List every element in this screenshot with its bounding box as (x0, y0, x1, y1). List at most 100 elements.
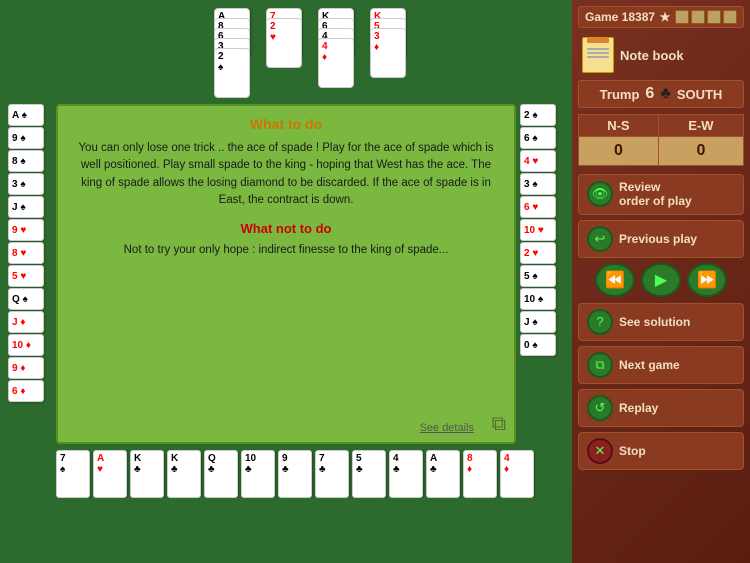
ew-header: E-W (658, 115, 743, 137)
replay-icon: ↺ (587, 395, 613, 421)
trump-num: 6 (645, 85, 654, 103)
game-number-bar: Game 18387 ★ (578, 6, 744, 28)
rewind-button[interactable]: ⏪ (595, 263, 635, 297)
see-solution-button[interactable]: ? See solution (578, 303, 744, 341)
bottom-card: 8♦ (463, 450, 497, 498)
card: 3♦ (370, 28, 406, 78)
right-card: 10 ♠ (520, 288, 556, 310)
card: 4♦ (318, 38, 354, 88)
card-stack-3: K♠ 6♠ 4♠ 4♦ (318, 8, 354, 98)
bottom-cards-row: 7♠ A♥ K♣ K♣ Q♣ 10♣ 9♣ 7♣ 5♣ 4♣ A♣ 8♦ 4♦ (8, 450, 564, 498)
solution-label: See solution (619, 315, 690, 329)
bottom-card: 4♦ (500, 450, 534, 498)
left-card: J ♦ (8, 311, 44, 333)
left-card: 9 ♥ (8, 219, 44, 241)
right-card: 4 ♥ (520, 150, 556, 172)
left-card: A ♠ (8, 104, 44, 126)
next-game-icon: ⧉ (587, 352, 613, 378)
card: 2♥ (266, 18, 302, 68)
notebook-line (587, 48, 609, 50)
review-label: Revieworder of play (619, 180, 692, 209)
game-number-label: Game 18387 (585, 10, 655, 24)
bottom-card: Q♣ (204, 450, 238, 498)
stop-button[interactable]: ✕ Stop (578, 432, 744, 470)
previous-label: Previous play (619, 232, 697, 246)
card-stack-2: 7♥ 2♥ (266, 8, 302, 98)
bottom-card: 10♣ (241, 450, 275, 498)
bottom-card: K♣ (130, 450, 164, 498)
question-icon: ? (587, 309, 613, 335)
left-column: A ♠ 9 ♠ 8 ♠ 3 ♠ J ♠ 9 ♥ 8 ♥ 5 ♥ Q ♠ J ♦ … (8, 104, 52, 444)
direction-label: SOUTH (677, 87, 723, 102)
left-card: 8 ♥ (8, 242, 44, 264)
undo-icon: ↩ (587, 226, 613, 252)
notebook-icon (582, 37, 614, 73)
left-card: 9 ♦ (8, 357, 44, 379)
right-column: 2 ♠ 6 ♠ 4 ♥ 3 ♠ 6 ♥ 10 ♥ 2 ♥ 5 ♠ 10 ♠ J … (520, 104, 564, 444)
play-button[interactable]: ▶ (641, 263, 681, 297)
right-card: 6 ♥ (520, 196, 556, 218)
notebook-area: Note book (578, 34, 744, 76)
right-card: 2 ♠ (520, 104, 556, 126)
stop-icon: ✕ (587, 438, 613, 464)
trump-suit-icon: ♣ (660, 85, 671, 103)
what-todo-text: You can only lose one trick .. the ace o… (72, 140, 500, 209)
left-card: 3 ♠ (8, 173, 44, 195)
diff-box-4 (723, 10, 737, 24)
notebook-label: Note book (620, 48, 684, 63)
notebook-lines (587, 48, 609, 58)
score-table: N-S E-W 0 0 (578, 114, 744, 166)
review-button[interactable]: 👁 Revieworder of play (578, 174, 744, 215)
bottom-card: 7♠ (56, 450, 90, 498)
next-game-button[interactable]: ⧉ Next game (578, 346, 744, 384)
what-not-text: Not to try your only hope : indirect fin… (72, 242, 500, 259)
bottom-card: A♣ (426, 450, 460, 498)
ns-score: 0 (579, 137, 659, 166)
trump-area: Trump 6 ♣ SOUTH (578, 80, 744, 108)
game-area: A♠ 8♠ 6♠ 3♠ 2♠ 7♥ 2♥ K♠ 6♠ 4♠ 4♦ K♦ 5♦ 3… (0, 0, 572, 563)
bottom-card: A♥ (93, 450, 127, 498)
ew-score: 0 (658, 137, 743, 166)
stop-label: Stop (619, 444, 646, 458)
bottom-card: 9♣ (278, 450, 312, 498)
diff-box-2 (691, 10, 705, 24)
ns-header: N-S (579, 115, 659, 137)
bottom-card: 7♣ (315, 450, 349, 498)
left-card: 6 ♦ (8, 380, 44, 402)
left-card: 5 ♥ (8, 265, 44, 287)
bottom-card: K♣ (167, 450, 201, 498)
info-panel: What to do You can only lose one trick .… (56, 104, 516, 444)
right-card: J ♠ (520, 311, 556, 333)
top-cards-row: A♠ 8♠ 6♠ 3♠ 2♠ 7♥ 2♥ K♠ 6♠ 4♠ 4♦ K♦ 5♦ 3… (8, 8, 564, 98)
what-not-title: What not to do (72, 221, 500, 236)
fast-forward-button[interactable]: ⏩ (687, 263, 727, 297)
see-details-link[interactable]: See details (420, 422, 474, 434)
replay-label: Replay (619, 401, 658, 415)
left-card: 10 ♦ (8, 334, 44, 356)
eye-icon: 👁 (587, 181, 613, 207)
card-stack-1: A♠ 8♠ 6♠ 3♠ 2♠ (214, 8, 250, 98)
diff-box-1 (675, 10, 689, 24)
middle-section: A ♠ 9 ♠ 8 ♠ 3 ♠ J ♠ 9 ♥ 8 ♥ 5 ♥ Q ♠ J ♦ … (8, 104, 564, 444)
bottom-card: 5♣ (352, 450, 386, 498)
left-card: J ♠ (8, 196, 44, 218)
trump-label: Trump (600, 87, 640, 102)
difficulty-boxes (675, 10, 737, 24)
transport-row: ⏪ ▶ ⏩ (595, 263, 727, 297)
sidebar: Game 18387 ★ Note book Trump 6 ♣ SOUTH N… (572, 0, 750, 563)
left-card: 8 ♠ (8, 150, 44, 172)
replay-button[interactable]: ↺ Replay (578, 389, 744, 427)
copy-icon[interactable]: ⧉ (492, 413, 506, 436)
left-card: 9 ♠ (8, 127, 44, 149)
previous-play-button[interactable]: ↩ Previous play (578, 220, 744, 258)
card: 2♠ (214, 48, 250, 98)
right-card: 2 ♥ (520, 242, 556, 264)
notebook-line (587, 52, 609, 54)
notebook-line (587, 56, 609, 58)
right-card: 0 ♠ (520, 334, 556, 356)
next-game-label: Next game (619, 358, 680, 372)
what-todo-title: What to do (72, 116, 500, 132)
right-card: 5 ♠ (520, 265, 556, 287)
diff-box-3 (707, 10, 721, 24)
bottom-card: 4♣ (389, 450, 423, 498)
